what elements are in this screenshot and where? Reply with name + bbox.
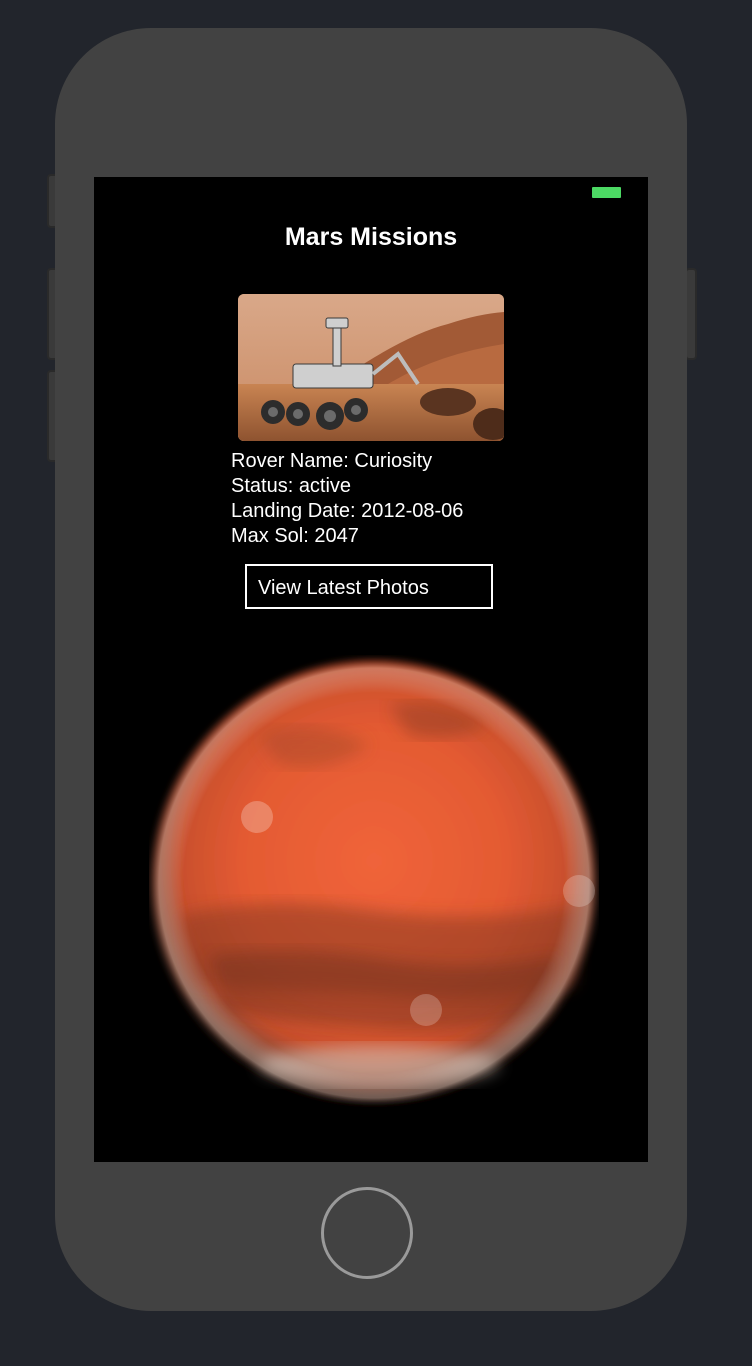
home-button[interactable]: [321, 1187, 413, 1279]
rover-status: Status: active: [231, 475, 352, 497]
page-title: Mars Missions: [284, 223, 458, 251]
rover-photo: [238, 294, 504, 441]
app-screen: Mars Missions Rover Name: Curiosity Stat…: [94, 177, 648, 1162]
battery-icon: [592, 187, 621, 198]
rover-landing-date: Landing Date: 2012-08-06: [231, 500, 464, 522]
rover-max-sol: Max Sol: 2047: [231, 525, 359, 547]
rover-info: Rover Name: Curiosity Status: active Lan…: [231, 449, 463, 549]
rover-name: Rover Name: Curiosity: [231, 450, 433, 472]
view-latest-photos-button[interactable]: View Latest Photos: [245, 564, 493, 609]
mars-planet-image: [149, 655, 599, 1115]
simulator-stage: Mars Missions Rover Name: Curiosity Stat…: [0, 0, 752, 1366]
